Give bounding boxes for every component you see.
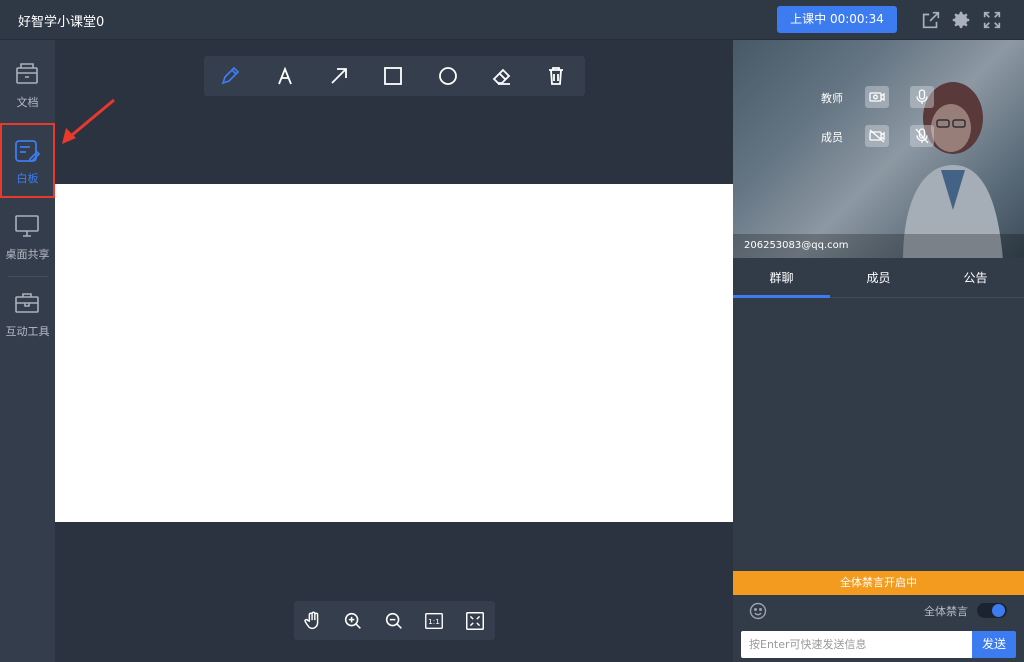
video-overlay <box>733 40 1024 258</box>
microphone-icon <box>916 89 928 104</box>
whiteboard-icon <box>13 137 41 165</box>
zoom-toolbar: 1:1 <box>294 601 495 640</box>
member-mic-button[interactable] <box>910 125 934 147</box>
camera-off-icon <box>869 129 885 143</box>
fit-screen-icon[interactable] <box>464 610 486 632</box>
tab-members[interactable]: 成员 <box>830 258 927 298</box>
arrow-icon[interactable] <box>327 64 351 88</box>
monitor-icon <box>13 212 41 240</box>
sidebar-item-documents[interactable]: 文档 <box>0 52 55 124</box>
mute-banner: 全体禁言开启中 <box>733 571 1024 595</box>
eraser-icon[interactable] <box>490 64 514 88</box>
circle-icon[interactable] <box>436 64 460 88</box>
app-title: 好智学小课堂0 <box>18 15 105 30</box>
toggle-knob <box>992 604 1005 617</box>
drawing-toolbar <box>204 56 585 96</box>
pen-icon[interactable] <box>218 64 242 88</box>
camera-icon <box>869 92 885 102</box>
teacher-label: 教师 <box>821 92 843 105</box>
annotation-arrow <box>58 98 118 148</box>
whiteboard-canvas[interactable] <box>55 184 733 522</box>
sidebar-item-label: 文档 <box>16 96 39 109</box>
actual-size-icon[interactable]: 1:1 <box>423 610 445 632</box>
sidebar-item-label: 白板 <box>16 172 39 185</box>
rectangle-icon[interactable] <box>381 64 405 88</box>
tab-group-chat[interactable]: 群聊 <box>733 258 830 298</box>
hand-icon[interactable] <box>302 610 324 632</box>
sidebar-item-whiteboard[interactable]: 白板 <box>0 123 55 198</box>
teacher-camera-button[interactable] <box>865 86 889 108</box>
sidebar-item-label: 互动工具 <box>5 325 50 338</box>
left-sidebar: 文档 白板 桌面共享 互动工具 <box>0 40 55 662</box>
trash-icon[interactable] <box>544 64 568 88</box>
text-icon[interactable] <box>273 64 297 88</box>
send-button[interactable]: 发送 <box>972 631 1016 658</box>
live-status-button[interactable]: 上课中 00:00:34 <box>777 6 897 33</box>
teacher-video: 教师 成员 206253083@qq.com <box>733 40 1024 258</box>
share-icon[interactable] <box>920 9 942 31</box>
fullscreen-icon[interactable] <box>981 9 1003 31</box>
toolbox-icon <box>13 289 41 317</box>
zoom-out-icon[interactable] <box>383 610 405 632</box>
member-label: 成员 <box>821 131 843 144</box>
teacher-mic-button[interactable] <box>910 86 934 108</box>
zoom-in-icon[interactable] <box>342 610 364 632</box>
mute-all-label: 全体禁言 <box>924 605 968 618</box>
mute-all-toggle[interactable] <box>977 603 1007 618</box>
tab-announcements[interactable]: 公告 <box>927 258 1024 298</box>
microphone-off-icon <box>915 128 929 144</box>
sidebar-item-label: 桌面共享 <box>5 248 50 261</box>
emoji-icon[interactable] <box>749 602 767 620</box>
sidebar-item-screen-share[interactable]: 桌面共享 <box>0 204 55 276</box>
member-camera-button[interactable] <box>865 125 889 147</box>
gear-icon[interactable] <box>950 9 972 31</box>
video-user-email: 206253083@qq.com <box>733 234 1024 258</box>
chat-tabs: 群聊 成员 公告 <box>733 258 1024 298</box>
sidebar-divider <box>8 276 48 277</box>
chat-tools-bar: 全体禁言 <box>733 595 1024 625</box>
chat-message-input[interactable] <box>741 631 972 658</box>
chat-message-list[interactable] <box>733 299 1024 571</box>
document-icon <box>13 60 41 88</box>
actual-size-label: 1:1 <box>428 617 440 626</box>
top-bar: 好智学小课堂0 上课中 00:00:34 <box>0 0 1024 40</box>
sidebar-item-interactive-tools[interactable]: 互动工具 <box>0 281 55 353</box>
